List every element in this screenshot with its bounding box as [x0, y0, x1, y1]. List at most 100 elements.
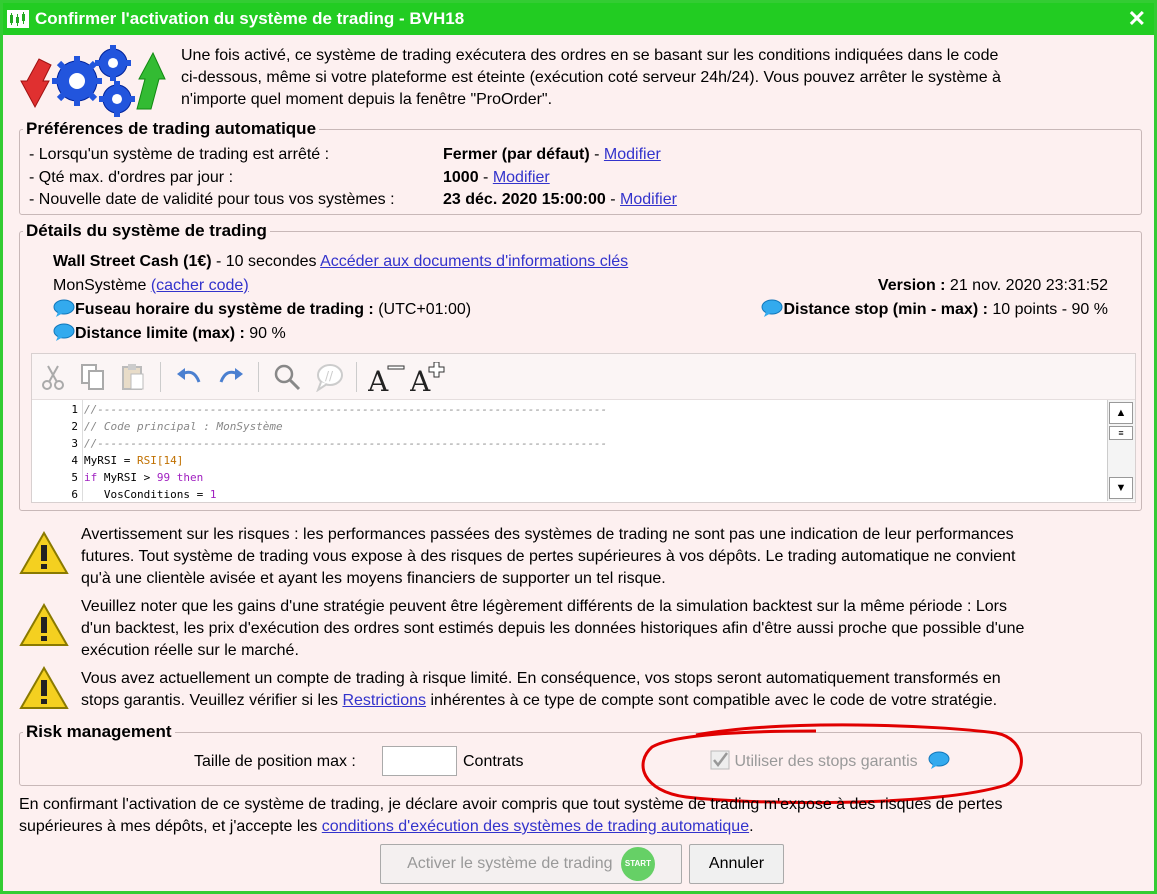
search-icon[interactable] [272, 362, 302, 392]
validity-date-value: 23 déc. 2020 15:00:00 [443, 191, 606, 208]
undo-icon[interactable] [174, 362, 204, 392]
paste-icon[interactable] [118, 362, 148, 392]
warning-icon [19, 666, 69, 709]
info-bubble-icon[interactable] [761, 299, 783, 317]
activate-button[interactable]: Activer le système de trading START [380, 844, 682, 884]
comment-icon[interactable]: // [314, 362, 344, 392]
contracts-label: Contrats [463, 753, 524, 770]
code-line: VosConditions = 1 [84, 488, 217, 501]
version-line: Version : 21 nov. 2020 23:31:52 [878, 275, 1108, 297]
guaranteed-stops-checkbox[interactable] [710, 750, 730, 770]
modify-stop-behavior-link[interactable]: Modifier [604, 146, 661, 163]
editor-toolbar: // A A [32, 354, 1135, 400]
intro-line-3: n'importe quel moment depuis la fenêtre … [181, 91, 553, 108]
toolbar-divider [258, 362, 259, 392]
intro-line-1: Une fois activé, ce système de trading e… [181, 47, 999, 64]
timezone-line: Fuseau horaire du système de trading : (… [53, 299, 471, 321]
line-number: 5 [71, 471, 78, 484]
intro-line-2: ci-dessous, même si votre plateforme est… [181, 69, 1001, 86]
max-orders-value: 1000 [443, 169, 479, 186]
info-bubble-icon[interactable] [53, 323, 75, 341]
interval: - 10 secondes [211, 253, 317, 270]
limit-distance-line: Distance limite (max) : 90 % [53, 323, 286, 345]
stop-behavior-value: Fermer (par défaut) [443, 146, 590, 163]
code-token: 99 [156, 471, 171, 484]
code-token: RSI [136, 454, 157, 467]
close-icon[interactable]: ✕ [1128, 6, 1146, 32]
scroll-down-icon[interactable]: ▼ [1109, 477, 1133, 499]
line-number: 4 [71, 454, 78, 467]
warning-1-line-1: Avertissement sur les risques : les perf… [81, 526, 1014, 543]
code-token: if [84, 471, 98, 484]
guaranteed-stops-option: Utiliser des stops garantis [710, 750, 950, 773]
warning-icon [19, 603, 69, 646]
info-bubble-icon[interactable] [53, 299, 75, 317]
restrictions-link[interactable]: Restrictions [342, 692, 426, 709]
stop-distance-line: Distance stop (min - max) : 10 points - … [761, 299, 1108, 321]
code-token: MyRSI > [97, 471, 157, 484]
info-bubble-icon[interactable] [928, 751, 950, 769]
toolbar-divider [160, 362, 161, 392]
system-name-line: MonSystème (cacher code) [53, 275, 249, 297]
prefs-row-2-label: - Qté max. d'ordres par jour : [29, 169, 234, 186]
stop-distance-label: Distance stop (min - max) : [783, 301, 988, 318]
prefs-row-1-value: Fermer (par défaut) - Modifier [443, 144, 661, 166]
modify-max-orders-link[interactable]: Modifier [493, 169, 550, 186]
window-title: Confirmer l'activation du système de tra… [35, 9, 465, 28]
limit-distance-label: Distance limite (max) : [75, 325, 245, 342]
position-size-input[interactable] [382, 746, 457, 776]
separator: - [589, 146, 604, 163]
confirm-line-2: supérieures à mes dépôts, et j'accepte l… [19, 816, 754, 838]
code-line: //--------------------------------------… [84, 403, 608, 416]
modify-validity-link[interactable]: Modifier [620, 191, 677, 208]
warning-icon [19, 531, 69, 574]
title-bar: Confirmer l'activation du système de tra… [3, 3, 1154, 35]
warning-2-line-2: d'un backtest, les prix d'exécution des … [81, 620, 1025, 637]
separator: - [478, 169, 493, 186]
guaranteed-stops-label: Utiliser des stops garantis [734, 753, 918, 770]
svg-text://: // [325, 369, 334, 383]
toolbar-divider [356, 362, 357, 392]
prefs-legend: Préférences de trading automatique [23, 119, 320, 139]
line-number: 2 [71, 420, 78, 433]
confirm-dialog: Confirmer l'activation du système de tra… [0, 0, 1157, 894]
execution-conditions-link[interactable]: conditions d'exécution des systèmes de t… [322, 818, 749, 835]
limit-distance-value: 90 % [244, 325, 286, 342]
scroll-thumb[interactable]: ≡ [1109, 426, 1133, 440]
prefs-row-2-value: 1000 - Modifier [443, 167, 550, 189]
cut-icon[interactable] [38, 362, 68, 392]
position-size-label: Taille de position max : [194, 753, 356, 770]
line-number: 6 [71, 488, 78, 501]
line-number: 1 [71, 403, 78, 416]
risk-legend: Risk management [23, 722, 175, 742]
version-value: 21 nov. 2020 23:31:52 [945, 277, 1108, 294]
decrease-font-icon[interactable]: A [368, 362, 406, 392]
start-badge-icon: START [620, 846, 655, 881]
warning-1-line-3: qu'à une clientèle avisée et ayant les m… [81, 570, 666, 587]
warning-2-line-3: exécution réelle sur le marché. [81, 642, 299, 659]
instrument-line: Wall Street Cash (1€) - 10 secondes Accé… [53, 251, 628, 273]
cancel-button[interactable]: Annuler [689, 844, 784, 884]
system-name: MonSystème [53, 277, 147, 294]
code-editor: // A A 1 2 3 4 5 6 //-------------------… [31, 353, 1136, 503]
confirm-text-b: . [749, 818, 754, 835]
code-area[interactable]: 1 2 3 4 5 6 //--------------------------… [32, 400, 1107, 501]
kid-documents-link[interactable]: Accéder aux documents d'informations clé… [320, 253, 628, 270]
copy-icon[interactable] [78, 362, 108, 392]
hide-code-link[interactable]: (cacher code) [151, 277, 249, 294]
svg-text:A: A [368, 365, 389, 392]
stop-distance-value: 10 points - 90 % [987, 301, 1108, 318]
details-legend: Détails du système de trading [23, 221, 270, 241]
redo-icon[interactable] [216, 362, 246, 392]
warning-3-line-2: stops garantis. Veuillez vérifier si les… [81, 690, 997, 712]
code-line: //--------------------------------------… [84, 437, 608, 450]
code-token: 1 [209, 488, 217, 501]
code-token: then [170, 471, 204, 484]
version-label: Version : [877, 277, 946, 294]
code-scrollbar[interactable]: ▲ ≡ ▼ [1107, 400, 1135, 501]
gears-icon [20, 45, 166, 117]
warning-1-line-2: futures. Tout système de trading vous ex… [81, 548, 1016, 565]
increase-font-icon[interactable]: A [410, 362, 448, 392]
scroll-up-icon[interactable]: ▲ [1109, 402, 1133, 424]
timezone-value: (UTC+01:00) [373, 301, 472, 318]
